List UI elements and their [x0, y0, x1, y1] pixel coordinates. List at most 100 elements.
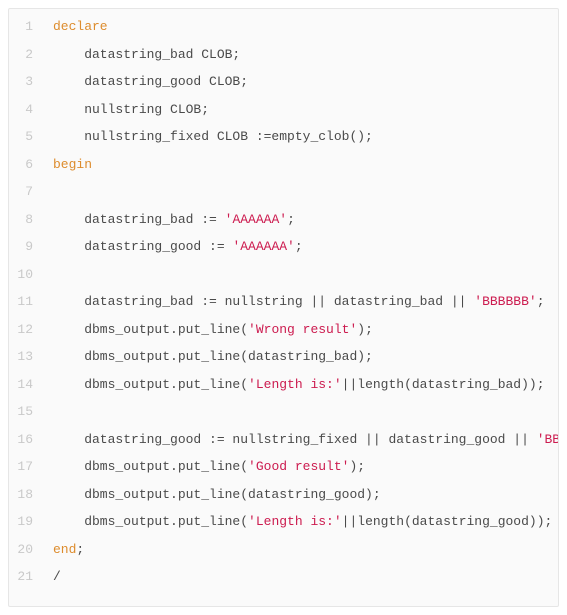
code-text: dbms_output.put_line('Length is:'||lengt… — [43, 508, 558, 536]
code-line: 19 dbms_output.put_line('Length is:'||le… — [9, 508, 558, 536]
code-line: 9 datastring_good := 'AAAAAA'; — [9, 233, 558, 261]
token-plain: ; — [76, 542, 84, 557]
token-plain: ); — [357, 322, 373, 337]
code-line: 10 — [9, 261, 558, 289]
code-text: begin — [43, 151, 558, 179]
line-number: 17 — [9, 453, 43, 481]
token-plain — [53, 267, 61, 282]
code-line: 4 nullstring CLOB; — [9, 96, 558, 124]
line-number: 12 — [9, 316, 43, 344]
token-plain: dbms_output.put_line( — [53, 377, 248, 392]
token-plain: dbms_output.put_line(datastring_good); — [53, 487, 381, 502]
line-number: 15 — [9, 398, 43, 426]
token-plain: / — [53, 569, 61, 584]
line-number: 16 — [9, 426, 43, 454]
code-line: 18 dbms_output.put_line(datastring_good)… — [9, 481, 558, 509]
line-number: 14 — [9, 371, 43, 399]
code-line: 2 datastring_bad CLOB; — [9, 41, 558, 69]
code-text: dbms_output.put_line('Length is:'||lengt… — [43, 371, 558, 399]
token-plain: dbms_output.put_line( — [53, 514, 248, 529]
token-string: 'Wrong result' — [248, 322, 357, 337]
line-number: 8 — [9, 206, 43, 234]
code-block: 1declare2 datastring_bad CLOB;3 datastri… — [8, 8, 559, 607]
code-text: datastring_good CLOB; — [43, 68, 558, 96]
token-plain: dbms_output.put_line( — [53, 322, 248, 337]
line-number: 11 — [9, 288, 43, 316]
code-line: 21 / — [9, 563, 558, 591]
line-number: 19 — [9, 508, 43, 536]
code-line: 14 dbms_output.put_line('Length is:'||le… — [9, 371, 558, 399]
code-text: datastring_good := nullstring_fixed || d… — [43, 426, 558, 454]
code-text: dbms_output.put_line('Wrong result'); — [43, 316, 558, 344]
code-line: 6 begin — [9, 151, 558, 179]
code-text: datastring_bad := nullstring || datastri… — [43, 288, 558, 316]
line-number: 9 — [9, 233, 43, 261]
token-string: 'BBBBBB' — [474, 294, 536, 309]
token-plain: datastring_bad := nullstring || datastri… — [53, 294, 474, 309]
code-line: 12 dbms_output.put_line('Wrong result'); — [9, 316, 558, 344]
token-keyword: end — [53, 542, 76, 557]
line-number: 1 — [9, 13, 43, 41]
line-number: 2 — [9, 41, 43, 69]
token-plain: ; — [537, 294, 545, 309]
token-plain: datastring_bad CLOB; — [53, 47, 240, 62]
code-line: 16 datastring_good := nullstring_fixed |… — [9, 426, 558, 454]
token-plain: ; — [295, 239, 303, 254]
code-line: 11 datastring_bad := nullstring || datas… — [9, 288, 558, 316]
code-text: nullstring CLOB; — [43, 96, 558, 124]
code-line: 13 dbms_output.put_line(datastring_bad); — [9, 343, 558, 371]
code-line: 15 — [9, 398, 558, 426]
code-line: 7 — [9, 178, 558, 206]
token-plain: dbms_output.put_line( — [53, 459, 248, 474]
token-keyword: declare — [53, 19, 108, 34]
token-plain — [53, 184, 61, 199]
token-plain: datastring_good CLOB; — [53, 74, 248, 89]
code-text — [43, 178, 558, 206]
code-line: 17 dbms_output.put_line('Good result'); — [9, 453, 558, 481]
token-plain: ; — [287, 212, 295, 227]
code-text: datastring_good := 'AAAAAA'; — [43, 233, 558, 261]
code-text: datastring_bad := 'AAAAAA'; — [43, 206, 558, 234]
token-string: 'AAAAAA' — [232, 239, 294, 254]
token-string: 'Good result' — [248, 459, 349, 474]
code-scroll-area[interactable]: 1declare2 datastring_bad CLOB;3 datastri… — [9, 9, 558, 606]
code-text — [43, 398, 558, 426]
code-text: dbms_output.put_line(datastring_bad); — [43, 343, 558, 371]
code-text: declare — [43, 13, 558, 41]
token-plain: ||length(datastring_good)); — [342, 514, 553, 529]
line-number: 21 — [9, 563, 43, 591]
code-text: end; — [43, 536, 558, 564]
token-string: 'BBBBBB' — [537, 432, 558, 447]
token-string: 'Length is:' — [248, 514, 342, 529]
line-number: 13 — [9, 343, 43, 371]
code-text: nullstring_fixed CLOB :=empty_clob(); — [43, 123, 558, 151]
line-number: 10 — [9, 261, 43, 289]
token-plain: datastring_good := — [53, 239, 232, 254]
token-plain — [53, 404, 61, 419]
token-plain: ||length(datastring_bad)); — [342, 377, 545, 392]
token-plain: nullstring_fixed CLOB :=empty_clob(); — [53, 129, 373, 144]
line-number: 18 — [9, 481, 43, 509]
token-string: 'Length is:' — [248, 377, 342, 392]
code-text: dbms_output.put_line(datastring_good); — [43, 481, 558, 509]
line-number: 6 — [9, 151, 43, 179]
code-line: 5 nullstring_fixed CLOB :=empty_clob(); — [9, 123, 558, 151]
token-plain: datastring_bad := — [53, 212, 225, 227]
code-text: datastring_bad CLOB; — [43, 41, 558, 69]
code-line: 1 declare — [9, 13, 558, 41]
token-plain: dbms_output.put_line(datastring_bad); — [53, 349, 373, 364]
code-line: 3 datastring_good CLOB; — [9, 68, 558, 96]
line-number: 4 — [9, 96, 43, 124]
code-line: 20end; — [9, 536, 558, 564]
code-text: / — [43, 563, 558, 591]
line-number: 5 — [9, 123, 43, 151]
line-number: 7 — [9, 178, 43, 206]
token-plain: datastring_good := nullstring_fixed || d… — [53, 432, 537, 447]
line-number: 3 — [9, 68, 43, 96]
code-text — [43, 261, 558, 289]
token-plain: ); — [349, 459, 365, 474]
token-string: 'AAAAAA' — [225, 212, 287, 227]
code-line: 8 datastring_bad := 'AAAAAA'; — [9, 206, 558, 234]
token-keyword: begin — [53, 157, 92, 172]
code-text: dbms_output.put_line('Good result'); — [43, 453, 558, 481]
